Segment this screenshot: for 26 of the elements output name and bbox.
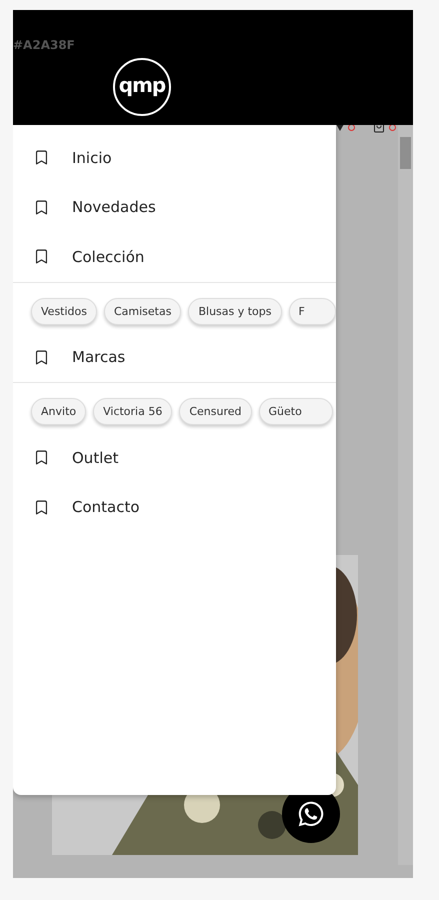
scrollbar[interactable] [398, 125, 413, 865]
bookmark-icon [33, 348, 50, 366]
category-chip[interactable]: Camisetas [104, 298, 182, 324]
badge-icon [348, 125, 355, 130]
bookmark-icon [33, 149, 50, 166]
category-chip[interactable]: Vestidos [31, 298, 97, 324]
bookmark-icon [33, 449, 50, 466]
menu-item[interactable]: Novedades [13, 182, 336, 232]
badge-icon [389, 125, 396, 130]
category-chip[interactable]: Anvito [31, 398, 86, 425]
menu-item[interactable]: Contacto [13, 482, 336, 532]
menu-item[interactable]: Inicio [13, 133, 336, 182]
bookmark-icon [33, 498, 50, 516]
category-chip[interactable]: Güeto [258, 398, 333, 425]
category-chip[interactable]: Blusas y tops [188, 298, 282, 324]
category-chip[interactable]: Censured [179, 398, 252, 425]
menu-item[interactable]: Outlet [13, 433, 336, 482]
menu-item[interactable]: Colección [13, 232, 336, 282]
bookmark-icon [33, 198, 50, 216]
bookmark-icon [33, 248, 50, 266]
menu-item[interactable]: Marcas [13, 332, 336, 382]
color-code: #A2A38F [13, 38, 75, 52]
category-chip[interactable]: F [288, 298, 336, 324]
logo[interactable]: qmp [113, 58, 171, 116]
category-chip[interactable]: Victoria 56 [93, 398, 172, 425]
whatsapp-icon [297, 800, 325, 828]
